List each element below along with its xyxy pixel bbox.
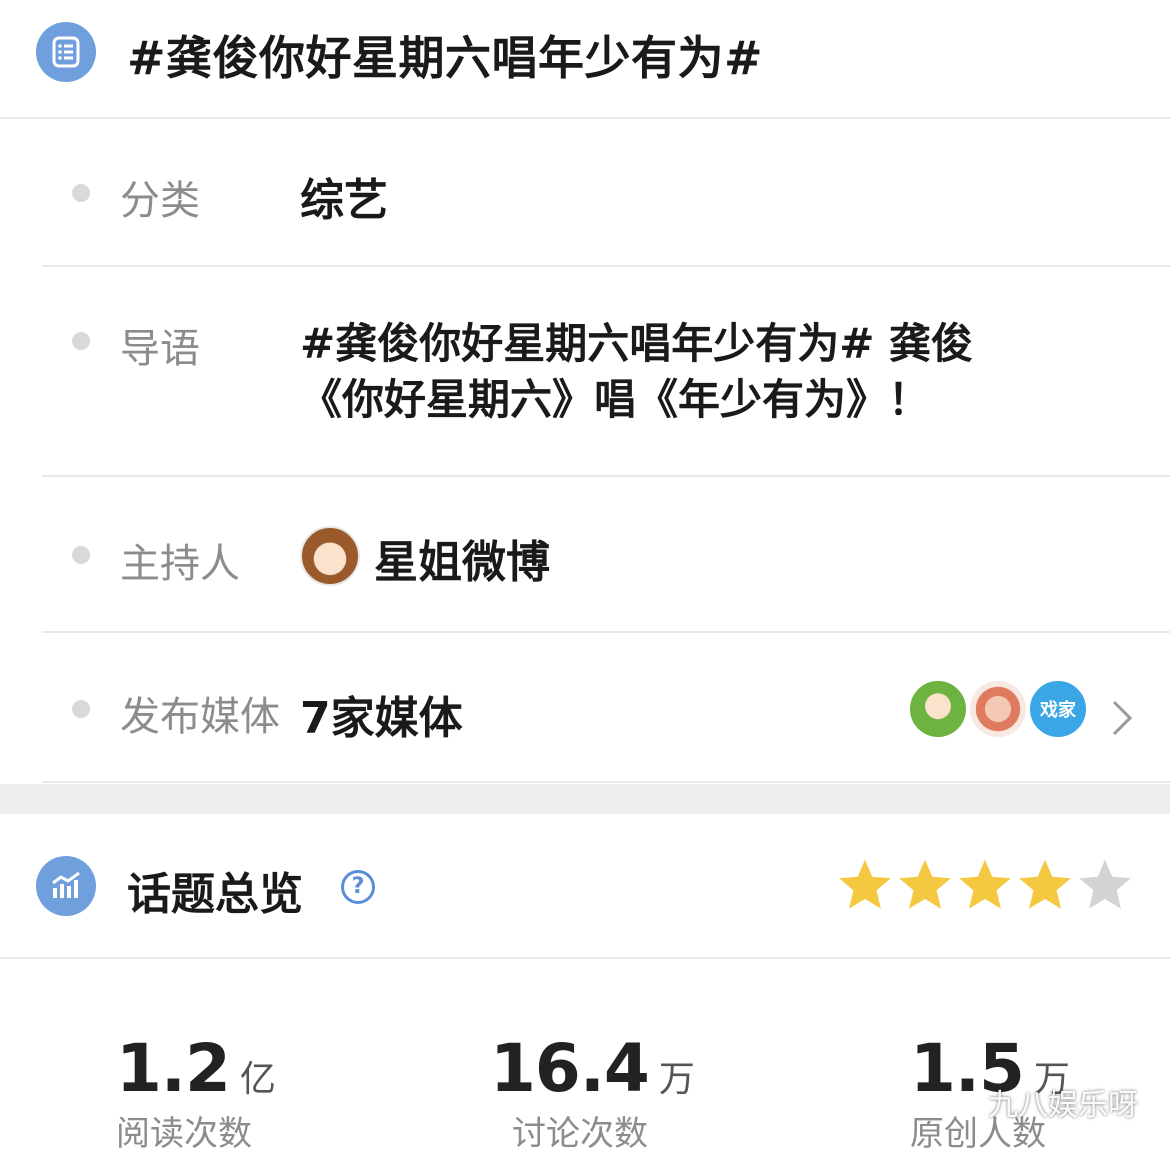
intro-label: 导语 [120, 326, 200, 372]
star-filled-icon [839, 859, 891, 909]
intro-row: 导语 #龚俊你好星期六唱年少有为# 龚俊 《你好星期六》唱《年少有为》！ [0, 266, 1170, 476]
topic-header: #龚俊你好星期六唱年少有为# [0, 0, 1170, 118]
divider [42, 781, 1170, 783]
host-label: 主持人 [120, 541, 240, 587]
stat-unit: 亿 [239, 1059, 276, 1100]
host-name[interactable]: 星姐微博 [374, 526, 550, 590]
intro-text: #龚俊你好星期六唱年少有为# 龚俊 《你好星期六》唱《年少有为》！ [300, 316, 1120, 428]
media-avatar-2[interactable] [968, 679, 1028, 739]
stat-value: 1.2 [116, 1030, 231, 1107]
chart-icon [36, 856, 96, 916]
chevron-right-icon[interactable] [1110, 698, 1134, 738]
stat-value: 16.4 [490, 1030, 650, 1107]
stat-discuss: 16.4 万 [490, 1030, 695, 1107]
media-avatar-3-text: 戏家 [1040, 700, 1076, 721]
media-label: 发布媒体 [120, 694, 280, 740]
category-value: 综艺 [300, 175, 388, 226]
star-filled-icon [1019, 859, 1071, 909]
star-empty-icon [1079, 859, 1131, 909]
section-separator [0, 784, 1170, 814]
stat-label: 阅读次数 [116, 1114, 252, 1154]
category-row: 分类 综艺 [0, 118, 1170, 266]
media-avatar-3[interactable]: 戏家 [1028, 679, 1088, 739]
category-label: 分类 [120, 178, 200, 224]
stat-read: 1.2 亿 [116, 1030, 276, 1107]
bullet-dot [72, 700, 90, 718]
host-avatar[interactable] [300, 526, 360, 586]
bullet-dot [72, 546, 90, 564]
media-count: 7家媒体 [300, 693, 463, 744]
stat-unit: 万 [658, 1059, 695, 1100]
media-avatar-1[interactable] [908, 679, 968, 739]
bullet-dot [72, 184, 90, 202]
divider [0, 957, 1170, 959]
rating-stars [836, 856, 1134, 916]
topic-title: #龚俊你好星期六唱年少有为# [127, 31, 764, 85]
media-row[interactable]: 发布媒体 7家媒体 戏家 [0, 632, 1170, 782]
watermark: 九八娱乐呀 [988, 1088, 1138, 1123]
list-doc-icon [36, 22, 96, 82]
host-row[interactable]: 主持人 星姐微博 [0, 476, 1170, 632]
intro-line: #龚俊你好星期六唱年少有为# 龚俊 [300, 319, 974, 368]
star-filled-icon [899, 859, 951, 909]
star-filled-icon [959, 859, 1011, 909]
help-icon[interactable]: ? [341, 870, 375, 904]
bullet-dot [72, 332, 90, 350]
overview-title: 话题总览 [127, 869, 303, 920]
intro-line: 《你好星期六》唱《年少有为》！ [300, 375, 931, 424]
stat-label: 讨论次数 [512, 1114, 648, 1154]
